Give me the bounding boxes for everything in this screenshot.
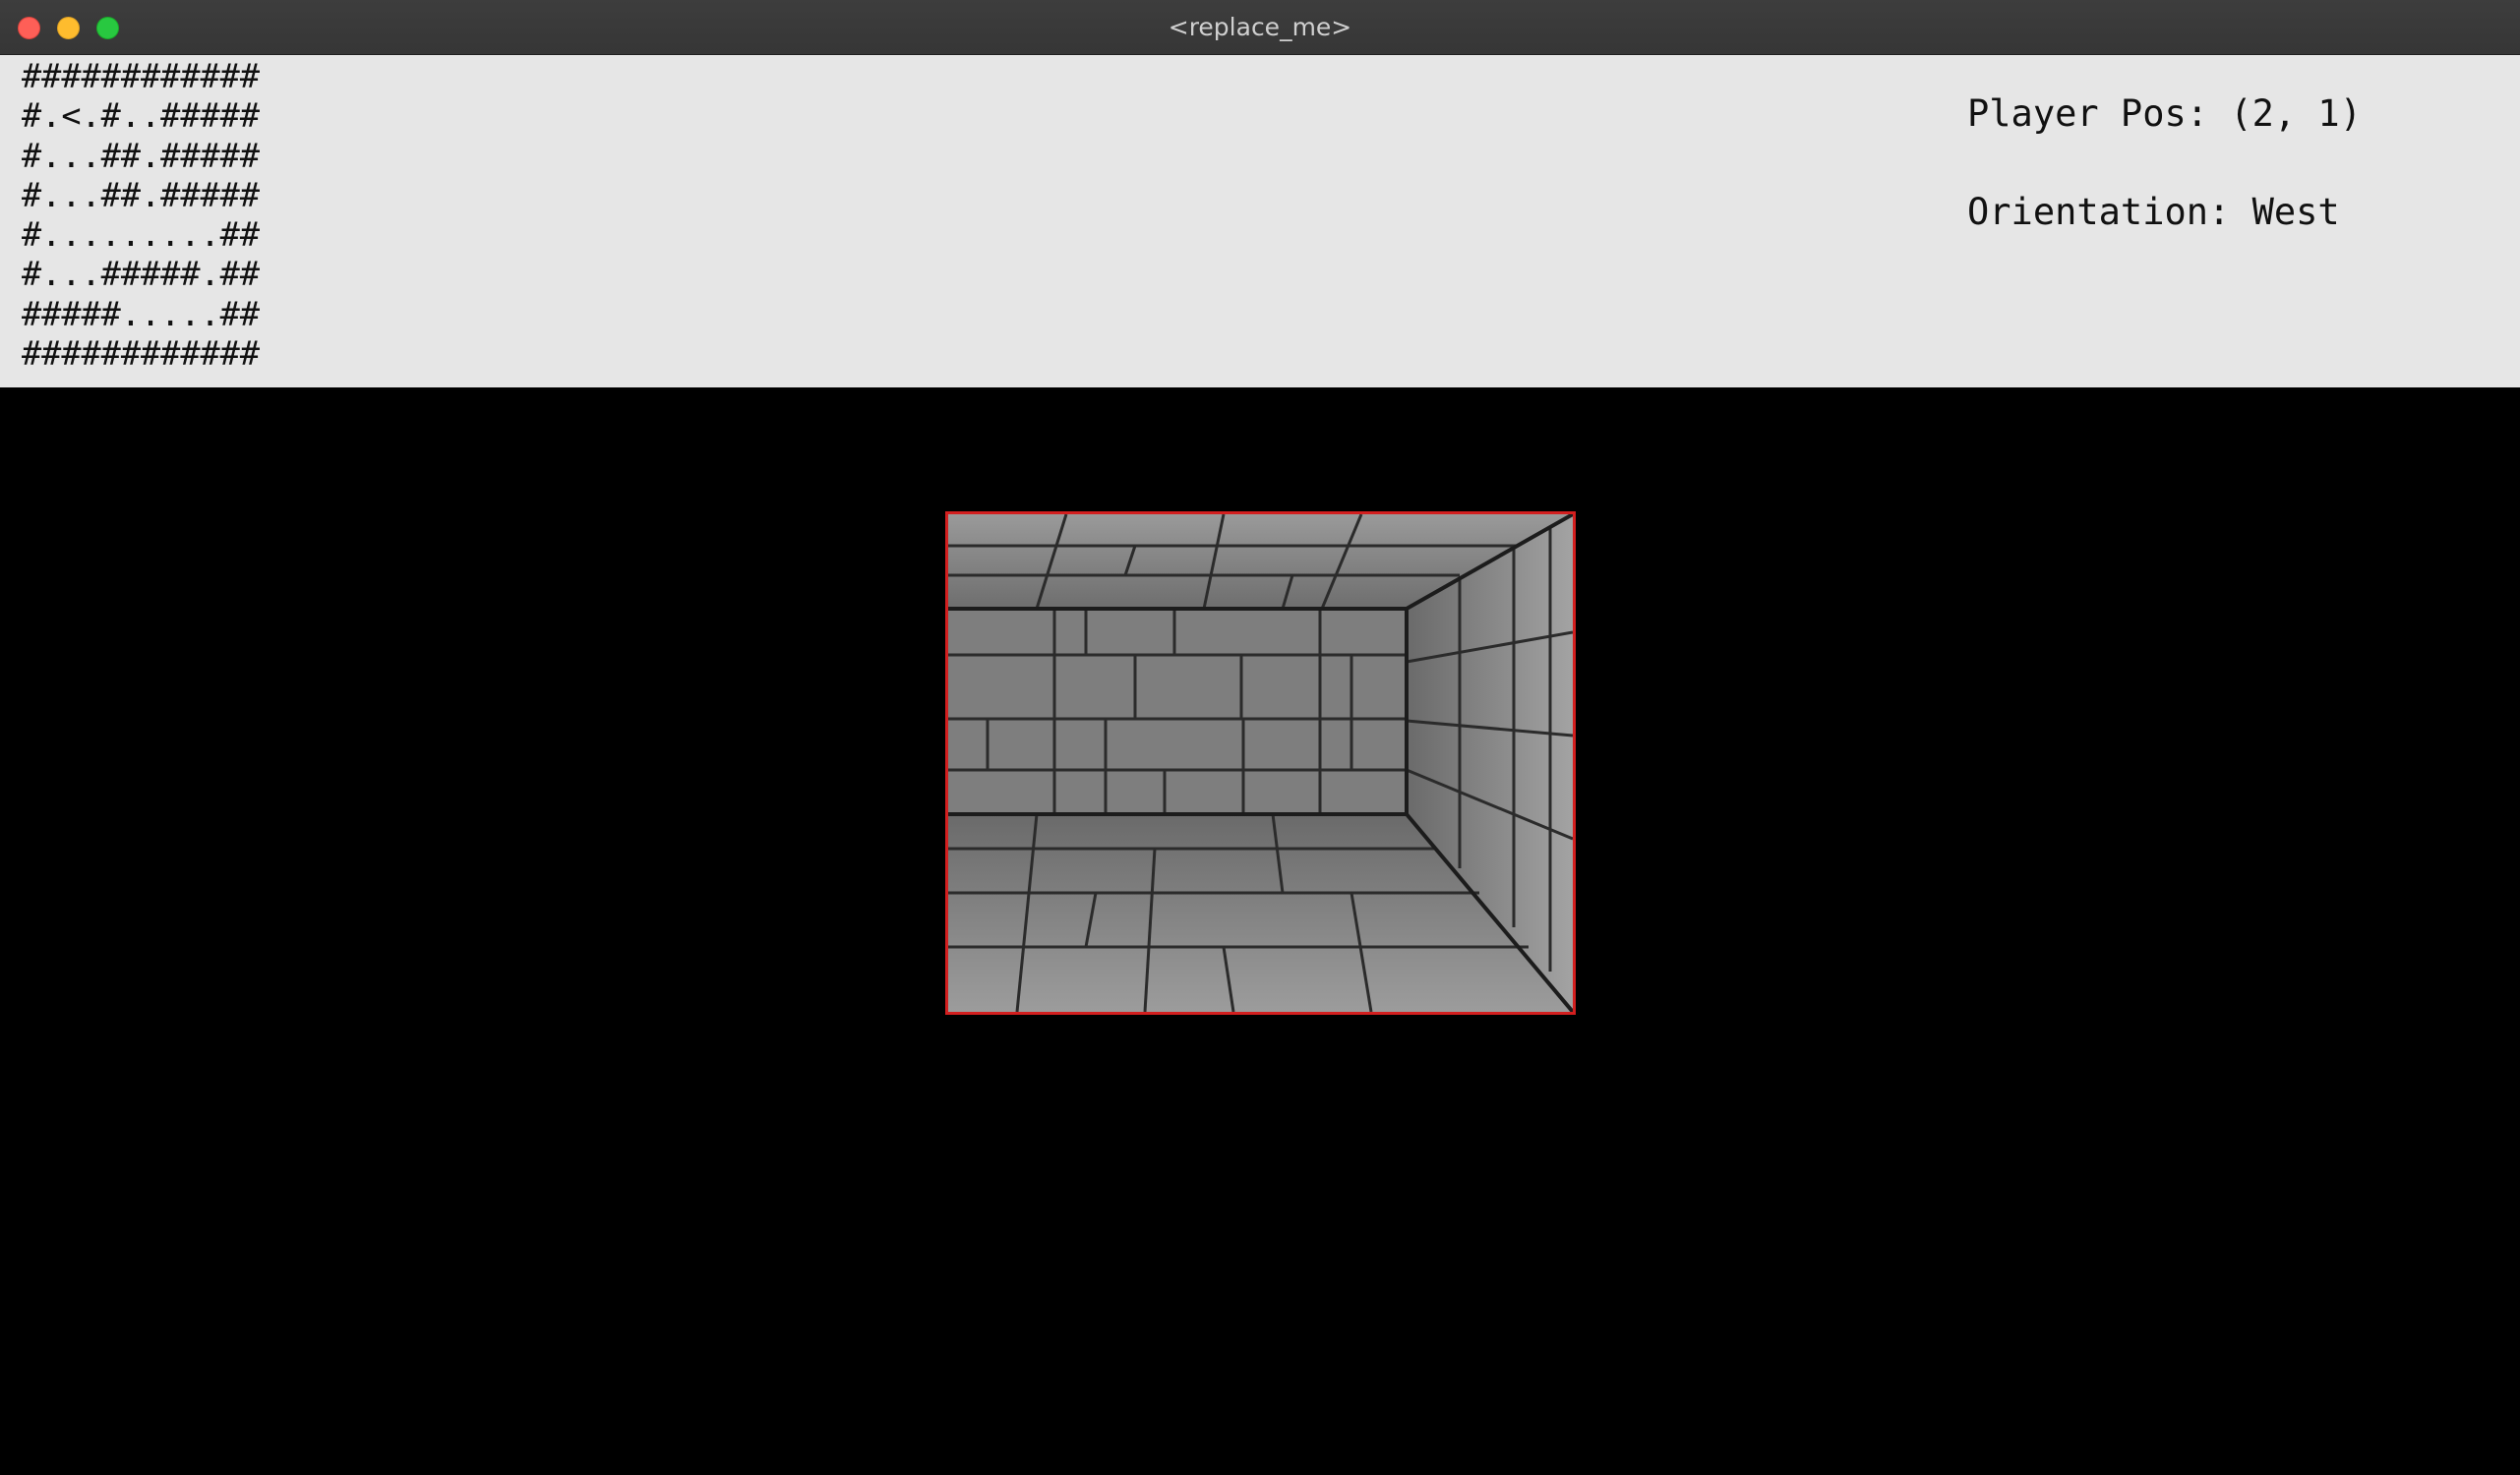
window-title: <replace_me> — [1168, 13, 1352, 41]
player-position-readout: Player Pos: (2, 1) — [1967, 92, 2362, 135]
back-wall — [948, 609, 1407, 814]
minimap-row: #.<.#..##### — [22, 96, 261, 136]
minimap-row: #####.....## — [22, 294, 261, 333]
minimap-row: #...##.##### — [22, 136, 261, 175]
minimap-row: #...#####.## — [22, 255, 261, 294]
first-person-viewport[interactable] — [945, 511, 1576, 1015]
dungeon-scene — [948, 514, 1573, 1012]
hud-panel: ############ #.<.#..##### #...##.##### #… — [0, 55, 2520, 387]
orientation-readout: Orientation: West — [1967, 191, 2340, 233]
minimap-row: ############ — [22, 334, 261, 374]
app-window: <replace_me> ############ #.<.#..##### #… — [0, 0, 2520, 1475]
minimap-row: #...##.##### — [22, 175, 261, 214]
minimap-row: #.........## — [22, 215, 261, 255]
minimap-row: ############ — [22, 57, 261, 95]
title-bar[interactable]: <replace_me> — [0, 0, 2520, 55]
ascii-minimap: ############ #.<.#..##### #...##.##### #… — [22, 57, 260, 374]
